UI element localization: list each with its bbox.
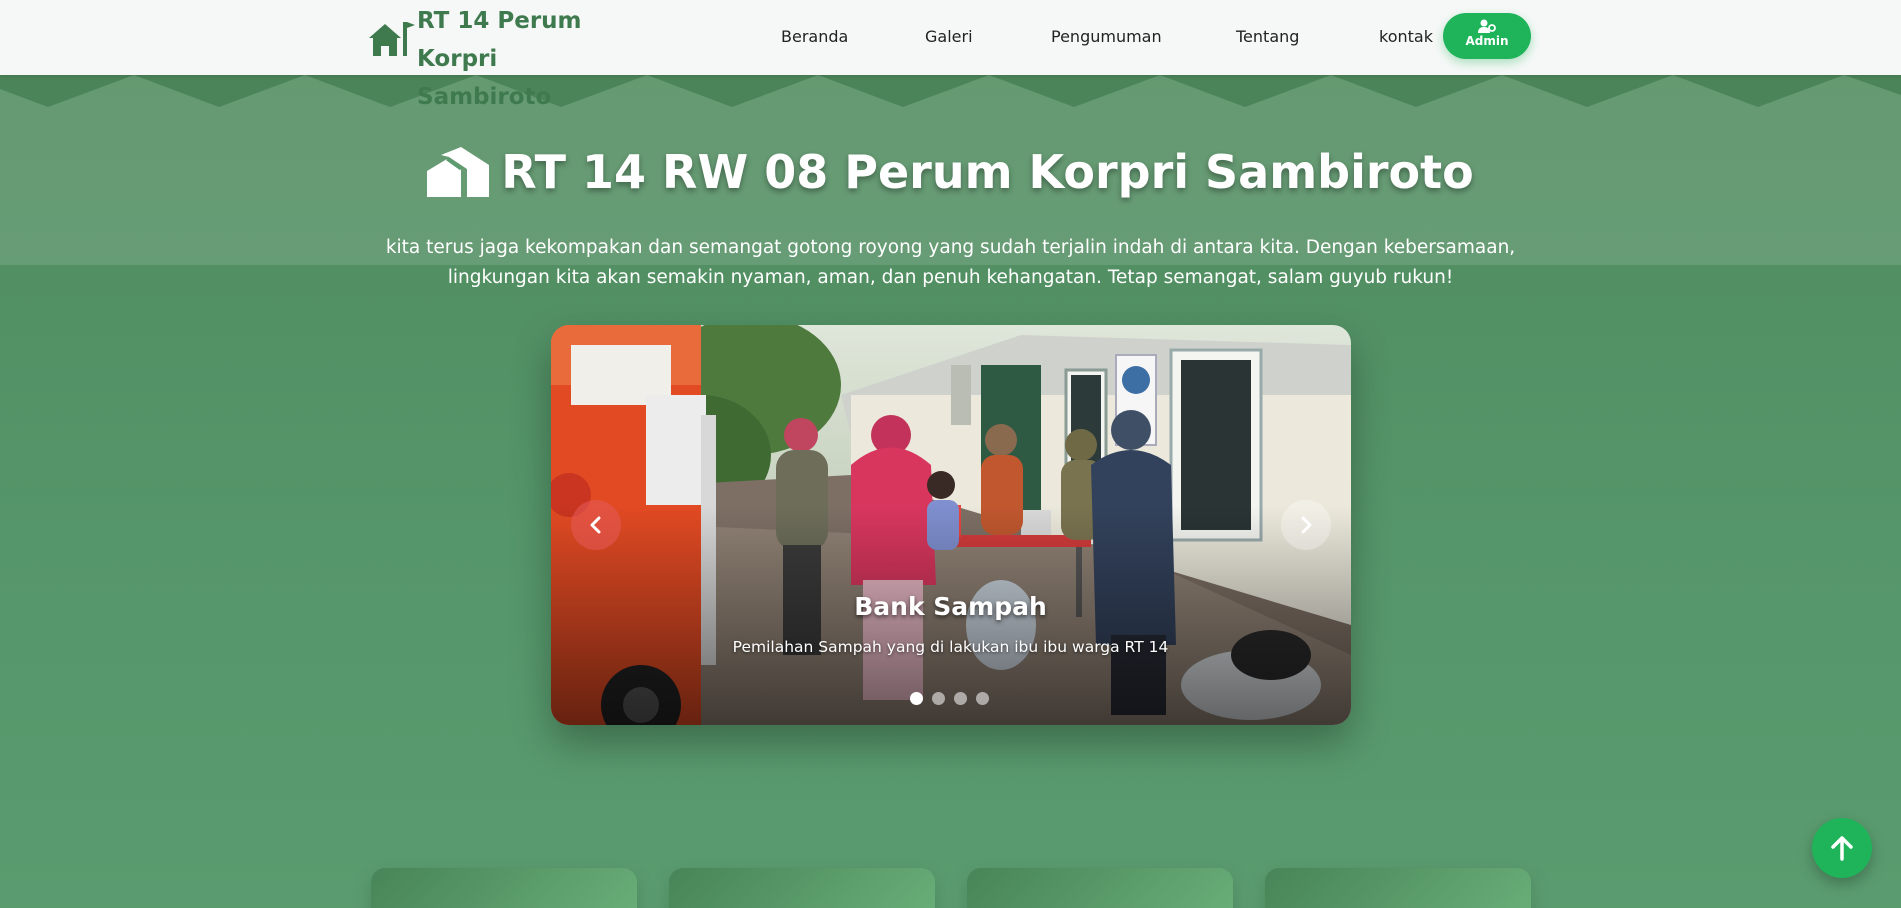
feature-card-2[interactable] (669, 868, 935, 908)
slide-caption: Pemilahan Sampah yang di lakukan ibu ibu… (732, 638, 1169, 656)
slide-title: Bank Sampah (854, 592, 1047, 621)
chevron-left-icon (590, 516, 601, 534)
feature-card-3[interactable] (967, 868, 1233, 908)
navbar: RT 14 Perum Korpri Sambiroto Beranda Gal… (0, 0, 1901, 110)
brand-line-1: RT 14 Perum Korpri (417, 8, 582, 72)
carousel-dot-1[interactable] (910, 692, 923, 705)
carousel-next-button[interactable] (1281, 500, 1331, 550)
brand-line-2: Sambiroto (417, 84, 552, 110)
feature-card-4[interactable] (1265, 868, 1531, 908)
back-to-top-button[interactable] (1812, 818, 1872, 878)
slide-photo (551, 325, 1351, 725)
zigzag-decoration (0, 75, 1901, 107)
nav-link-galeri[interactable]: Galeri (925, 26, 973, 48)
houses-icon (427, 147, 490, 197)
nav-link-pengumuman[interactable]: Pengumuman (1051, 26, 1162, 48)
nav-link-tentang[interactable]: Tentang (1236, 26, 1299, 48)
photo-carousel[interactable] (551, 325, 1351, 725)
brand-title: RT 14 Perum Korpri Sambiroto (417, 2, 657, 116)
carousel-prev-button[interactable] (571, 500, 621, 550)
carousel-dot-4[interactable] (976, 692, 989, 705)
carousel-dot-2[interactable] (932, 692, 945, 705)
carousel-indicators (910, 692, 998, 705)
hero-title: RT 14 RW 08 Perum Korpri Sambiroto (0, 145, 1901, 199)
nav-link-kontak[interactable]: kontak (1379, 26, 1433, 48)
hero-title-text: RT 14 RW 08 Perum Korpri Sambiroto (501, 145, 1474, 199)
arrow-up-icon (1831, 836, 1853, 861)
feature-card-1[interactable] (371, 868, 637, 908)
brand[interactable]: RT 14 Perum Korpri Sambiroto (367, 2, 657, 116)
admin-button[interactable]: Admin (1443, 13, 1531, 59)
user-cog-icon (1478, 19, 1496, 33)
admin-label: Admin (1465, 34, 1509, 48)
chevron-right-icon (1301, 516, 1312, 534)
nav-link-beranda[interactable]: Beranda (781, 26, 848, 48)
carousel-dot-3[interactable] (954, 692, 967, 705)
hero-description: kita terus jaga kekompakan dan semangat … (385, 237, 1516, 288)
house-flag-icon (369, 22, 415, 56)
